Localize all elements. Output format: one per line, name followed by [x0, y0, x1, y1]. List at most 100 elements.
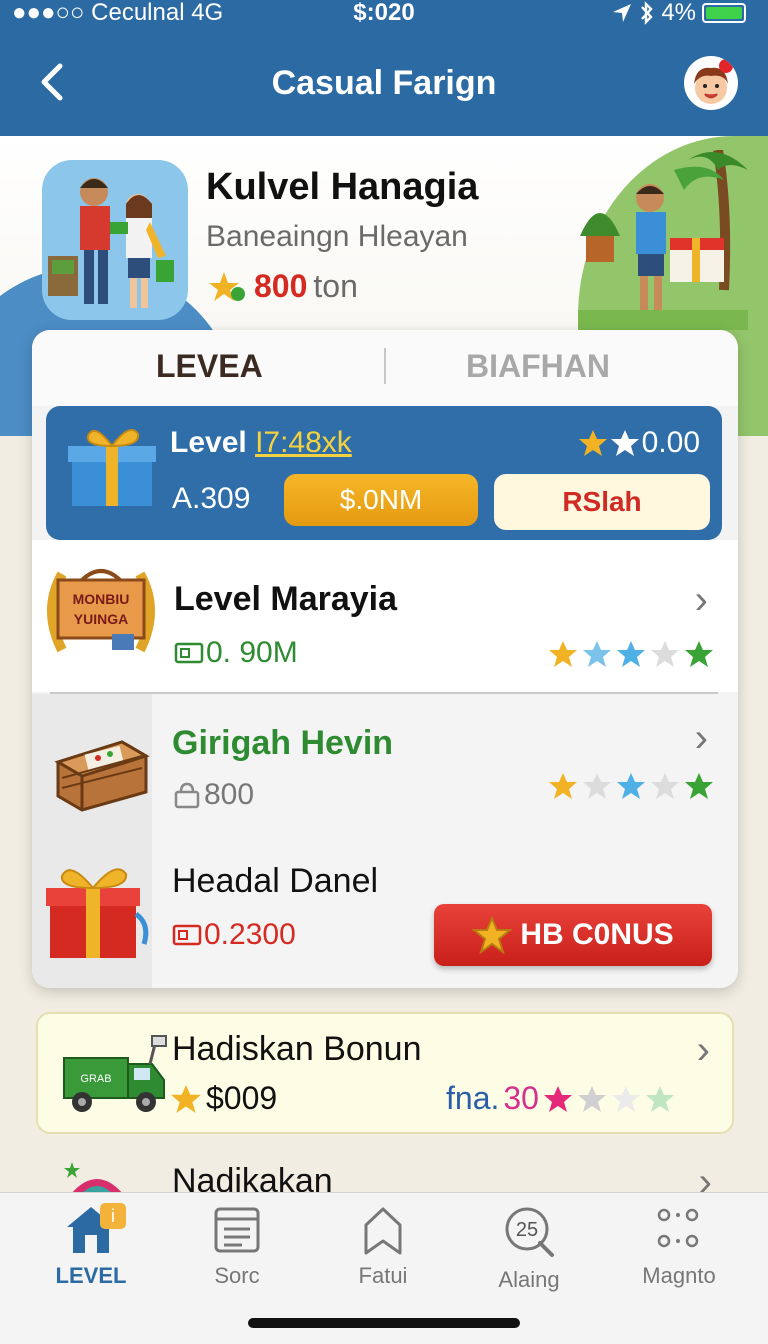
levels-card: LEVEA BIAFHAN Level I7:48xk 0.00 A.309 $…	[32, 330, 738, 988]
item-value-text: 0.2300	[204, 918, 296, 951]
bonus-title: Hadiskan Bonun	[172, 1030, 422, 1068]
family-illustration-icon	[42, 160, 188, 320]
level-label-text: Level	[170, 426, 247, 459]
tab-divider	[384, 348, 386, 384]
item-value-text: 0. 90M	[206, 636, 298, 669]
nav-label: Magnto	[642, 1263, 716, 1288]
hero-title: Kulvel Hanagia	[206, 166, 479, 208]
bonus-amount-value: $009	[206, 1080, 278, 1116]
top-bar: ●●●○○ Ceculnal 4G $:020 4% Casual Farign	[0, 0, 768, 136]
lock-icon	[174, 782, 200, 809]
battery-percent: 4%	[661, 0, 696, 26]
bonus-button[interactable]: HB C0NUS	[434, 904, 712, 966]
fna-label: fna.	[446, 1080, 500, 1116]
gold-action-button[interactable]: $.0NM	[284, 474, 478, 526]
page-title: Casual Farign	[271, 64, 497, 102]
tab-bar: LEVEA BIAFHAN	[32, 330, 738, 406]
tent-icon	[64, 1162, 122, 1192]
star-icon	[651, 773, 679, 799]
bonus-rating: fna. 30	[446, 1080, 675, 1117]
bookmark-icon	[364, 1207, 402, 1255]
nav-item-magnto[interactable]: Magnto	[604, 1203, 754, 1289]
nav-badge: i	[100, 1203, 126, 1229]
hero-points-value: 800	[254, 268, 308, 304]
nav-row: Casual Farign	[0, 48, 768, 120]
red-gift-icon	[46, 868, 149, 958]
list-item-partial[interactable]: Nadikakan ›	[40, 1150, 730, 1192]
star-icon	[578, 430, 607, 456]
nav-label: Fatui	[358, 1263, 408, 1288]
chevron-right-icon[interactable]: ›	[695, 716, 708, 761]
featured-balance: A.309	[172, 482, 251, 515]
avatar-face-icon	[694, 59, 733, 104]
grid-dots-icon	[657, 1208, 699, 1248]
star-icon	[549, 773, 577, 799]
star-icon	[171, 1084, 201, 1113]
featured-score-value: 0.00	[641, 426, 700, 459]
badge-line-2: YUINGA	[74, 611, 128, 627]
star-icon	[651, 641, 679, 667]
status-right: 4%	[611, 0, 746, 26]
hero-subtitle: Baneaingn Hleayan	[206, 220, 468, 253]
bonus-amount: $009	[170, 1080, 277, 1117]
star-icon	[543, 1085, 572, 1112]
tab-biafhan[interactable]: BIAFHAN	[466, 348, 610, 385]
cream-action-button[interactable]: RSlah	[494, 474, 710, 530]
rating-stars	[548, 772, 714, 800]
star-icon	[577, 1085, 606, 1112]
featured-level-banner[interactable]: Level I7:48xk 0.00 A.309 $.0NM RSlah	[46, 406, 722, 540]
star-icon	[610, 430, 639, 456]
item-value: 800	[172, 778, 254, 812]
item-value-text: 800	[204, 778, 255, 811]
list-icon	[214, 1207, 260, 1253]
ticket-icon	[174, 642, 204, 664]
avatar[interactable]	[684, 56, 738, 110]
battery-icon	[702, 3, 746, 23]
gift-box-icon	[68, 429, 156, 506]
ticket-icon	[172, 924, 202, 946]
status-bar: ●●●○○ Ceculnal 4G $:020 4%	[0, 0, 768, 30]
nav-item-fatui[interactable]: Fatui	[308, 1203, 458, 1289]
star-icon	[645, 1085, 674, 1112]
nav-item-sorc[interactable]: Sorc	[162, 1203, 312, 1289]
star-icon	[617, 773, 645, 799]
item-title[interactable]: Girigah Hevin	[172, 724, 393, 763]
fna-value: 30	[503, 1080, 539, 1116]
timer-number: 25	[516, 1219, 538, 1241]
timer-icon: 25	[505, 1207, 554, 1257]
chevron-right-icon[interactable]: ›	[695, 578, 708, 623]
star-icon	[549, 641, 577, 667]
badge-wreath-icon: MONBIU YUINGA	[47, 569, 155, 653]
star-icon	[472, 916, 513, 954]
bonus-card[interactable]: GRAB Hadiskan Bonun $009 fna. 30 ›	[36, 1012, 734, 1134]
rating-stars	[548, 640, 714, 668]
nav-item-level[interactable]: i LEVEL	[16, 1203, 166, 1289]
item-title: Nadikakan	[172, 1162, 333, 1192]
nav-label: LEVEL	[55, 1263, 127, 1288]
tab-levea[interactable]: LEVEA	[156, 348, 263, 385]
hero-points-unit: ton	[313, 268, 358, 304]
location-icon	[613, 4, 632, 22]
chevron-right-icon[interactable]: ›	[699, 1160, 712, 1192]
star-icon	[583, 773, 611, 799]
list-item[interactable]: MONBIU YUINGA Level Marayia 0. 90M ›	[32, 540, 738, 692]
nav-item-alaing[interactable]: 25 Alaing	[454, 1203, 604, 1293]
item-value: 0.2300	[172, 918, 296, 952]
bluetooth-icon	[641, 1, 653, 25]
item-value: 0. 90M	[174, 636, 298, 670]
chevron-right-icon[interactable]: ›	[697, 1028, 710, 1073]
list-group: Girigah Hevin 800 › Headal Danel 0.2300	[32, 694, 738, 988]
featured-level-label: Level I7:48xk	[170, 426, 352, 460]
level-code-link[interactable]: I7:48xk	[255, 426, 352, 459]
truck-icon: GRAB	[63, 1035, 167, 1112]
star-icon	[685, 773, 713, 799]
home-indicator[interactable]	[248, 1318, 520, 1328]
star-icon	[583, 641, 611, 667]
hero-points: 800 ton	[208, 268, 358, 305]
featured-score: 0.00	[578, 426, 700, 460]
nav-label: Alaing	[498, 1267, 560, 1292]
star-icon	[209, 271, 245, 301]
star-icon	[611, 1085, 640, 1112]
nav-label: Sorc	[214, 1263, 260, 1288]
boy-illustration-icon	[578, 150, 748, 330]
